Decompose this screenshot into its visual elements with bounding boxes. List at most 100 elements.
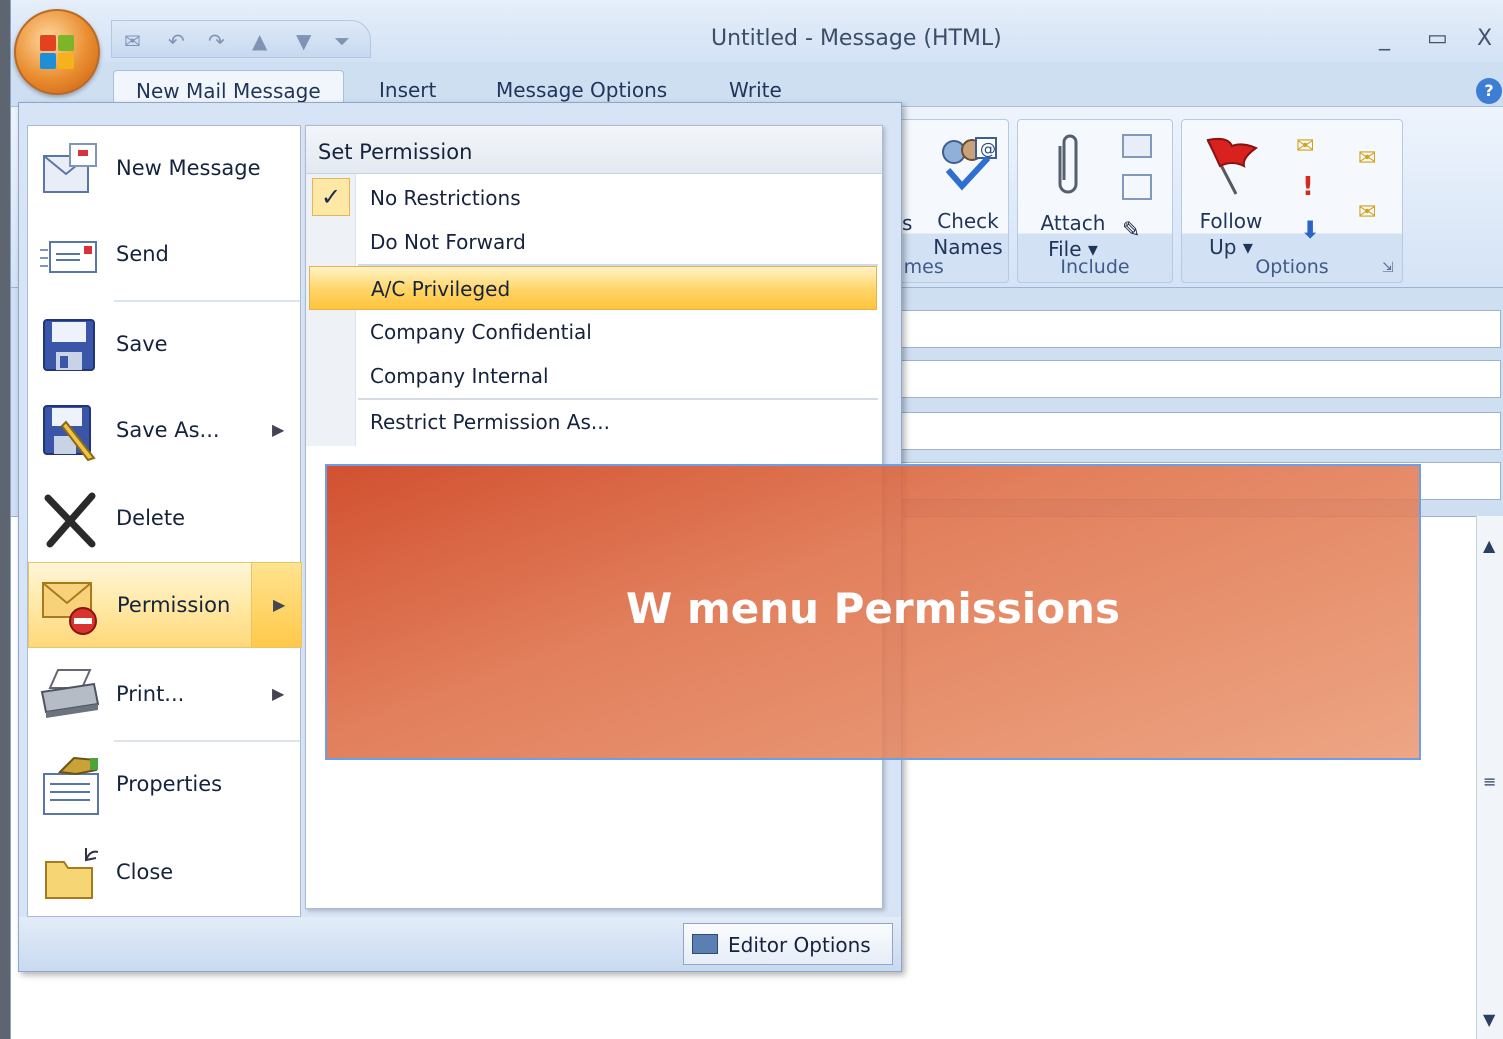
names-partial-text: s: [902, 211, 913, 235]
permission-option-label: Company Confidential: [370, 320, 592, 344]
vertical-scrollbar[interactable]: ▲ ≡ ▼: [1476, 516, 1503, 1039]
permission-no-restrictions[interactable]: No Restrictions: [306, 176, 882, 220]
title-bar: ✉ ↶ ↷ ▲ ▼ ⏷ Untitled - Message (HTML) _ …: [11, 0, 1503, 62]
submenu-arrow-icon: ▶: [272, 420, 285, 439]
permission-ac-privileged[interactable]: A/C Privileged: [309, 266, 877, 310]
menu-save[interactable]: Save: [28, 302, 302, 388]
customize-toolbar-icon[interactable]: ⏷: [334, 29, 350, 53]
tab-new-mail-message[interactable]: New Mail Message: [113, 70, 344, 106]
to-field[interactable]: [901, 310, 1501, 348]
save-as-icon: [40, 402, 100, 462]
up-arrow-icon[interactable]: ▲: [252, 29, 267, 53]
options-group: Follow Up ▾ ✉ ! ⬇ ✉ ✉ Options ⇲: [1181, 119, 1403, 283]
follow-up-button[interactable]: Follow Up ▾: [1186, 208, 1276, 260]
voting-icon[interactable]: ✉: [1358, 146, 1376, 171]
names-group-label: ames: [892, 256, 944, 278]
permission-header: Set Permission: [306, 126, 882, 174]
caption-banner: W menu Permissions: [325, 464, 1421, 760]
properties-icon: [40, 756, 100, 816]
scroll-up-icon[interactable]: ▲: [1483, 536, 1495, 555]
minimize-button[interactable]: _: [1379, 26, 1390, 51]
low-importance-icon[interactable]: ⬇: [1300, 216, 1320, 244]
permission-option-label: Company Internal: [370, 364, 549, 388]
permission-restrict-as[interactable]: Restrict Permission As...: [306, 400, 882, 444]
menu-permission[interactable]: Permission ▶: [28, 562, 302, 648]
svg-text:@: @: [980, 139, 996, 158]
send-small-icon[interactable]: ✉: [124, 29, 141, 53]
office-button[interactable]: [14, 9, 100, 95]
down-arrow-icon[interactable]: ▼: [296, 29, 311, 53]
permission-option-label: No Restrictions: [370, 186, 521, 210]
check-names-icon: @: [936, 134, 998, 199]
send-icon: [40, 226, 100, 286]
menu-delete[interactable]: Delete: [28, 476, 302, 562]
follow-up-flag-icon: [1202, 136, 1259, 201]
menu-new-message[interactable]: New Message: [28, 126, 302, 212]
bcc-field[interactable]: [901, 412, 1501, 450]
menu-print[interactable]: Print... ▶: [28, 652, 302, 738]
menu-label: Delete: [116, 506, 185, 530]
permission-header-label: Set Permission: [318, 140, 473, 164]
names-group: s @ Check Names ames: [891, 119, 1009, 283]
include-group: Attach File ▾ ✎ Include: [1017, 119, 1173, 283]
menu-label: Save: [116, 332, 168, 356]
signature-icon[interactable]: ✎: [1122, 218, 1152, 243]
dialog-launcher-icon[interactable]: ⇲: [1382, 260, 1394, 276]
menu-label: Save As...: [116, 418, 220, 442]
permission-company-internal[interactable]: Company Internal: [306, 354, 882, 398]
menu-properties[interactable]: Properties: [28, 742, 302, 828]
tab-message-options[interactable]: Message Options: [496, 78, 667, 102]
encrypt-icon[interactable]: ✉: [1358, 200, 1376, 225]
attach-file-button[interactable]: Attach File ▾: [1028, 210, 1118, 262]
permission-small-icon[interactable]: ✉: [1296, 134, 1314, 159]
office-menu-footer: Editor Options: [19, 917, 901, 971]
editor-options-icon: [692, 934, 718, 954]
caption-text: W menu Permissions: [626, 584, 1120, 633]
quick-access-toolbar: ✉ ↶ ↷ ▲ ▼ ⏷: [111, 20, 371, 58]
calendar-icon[interactable]: [1122, 174, 1152, 200]
undo-icon[interactable]: ↶: [168, 29, 185, 53]
new-message-icon: [40, 140, 100, 200]
submenu-arrow-icon: ▶: [273, 595, 286, 614]
menu-close[interactable]: Close: [28, 830, 302, 916]
editor-options-label: Editor Options: [728, 933, 871, 957]
permission-option-label: Restrict Permission As...: [370, 410, 610, 434]
close-button[interactable]: X: [1477, 26, 1492, 51]
help-icon[interactable]: ?: [1476, 78, 1502, 104]
redo-icon[interactable]: ↷: [208, 29, 225, 53]
paperclip-icon: [1052, 134, 1082, 203]
menu-label: Print...: [116, 682, 185, 706]
menu-label: New Message: [116, 156, 261, 180]
close-folder-icon: [40, 844, 100, 904]
tab-write[interactable]: Write: [729, 78, 782, 102]
scroll-grip-icon: ≡: [1483, 772, 1497, 791]
menu-label: Properties: [116, 772, 223, 796]
delete-icon: [40, 490, 100, 550]
include-group-label: Include: [1060, 256, 1130, 278]
high-importance-icon[interactable]: !: [1302, 172, 1314, 202]
business-card-icon[interactable]: [1122, 134, 1152, 158]
check-names-button[interactable]: Check Names: [928, 208, 1008, 260]
menu-send[interactable]: Send: [28, 212, 302, 298]
options-group-label: Options: [1255, 256, 1329, 278]
cc-field[interactable]: [901, 360, 1501, 398]
office-logo-icon: [40, 35, 76, 71]
editor-options-button[interactable]: Editor Options: [683, 923, 893, 965]
scroll-down-icon[interactable]: ▼: [1483, 1010, 1495, 1029]
menu-label: Send: [116, 242, 169, 266]
window-title: Untitled - Message (HTML): [711, 26, 1002, 51]
permission-icon: [41, 577, 101, 637]
permission-option-label: A/C Privileged: [371, 277, 511, 301]
save-icon: [40, 316, 100, 376]
office-menu-commands: New Message Send Save Save As... ▶ Delet…: [27, 125, 302, 917]
menu-save-as[interactable]: Save As... ▶: [28, 388, 302, 474]
permission-option-label: Do Not Forward: [370, 230, 526, 254]
maximize-button[interactable]: ▭: [1427, 26, 1448, 51]
menu-label: Close: [116, 860, 174, 884]
permission-do-not-forward[interactable]: Do Not Forward: [306, 220, 882, 264]
permission-company-confidential[interactable]: Company Confidential: [306, 310, 882, 354]
print-icon: [40, 666, 100, 726]
menu-label: Permission: [117, 593, 231, 617]
tab-insert[interactable]: Insert: [379, 78, 436, 102]
submenu-arrow-icon: ▶: [272, 684, 285, 703]
